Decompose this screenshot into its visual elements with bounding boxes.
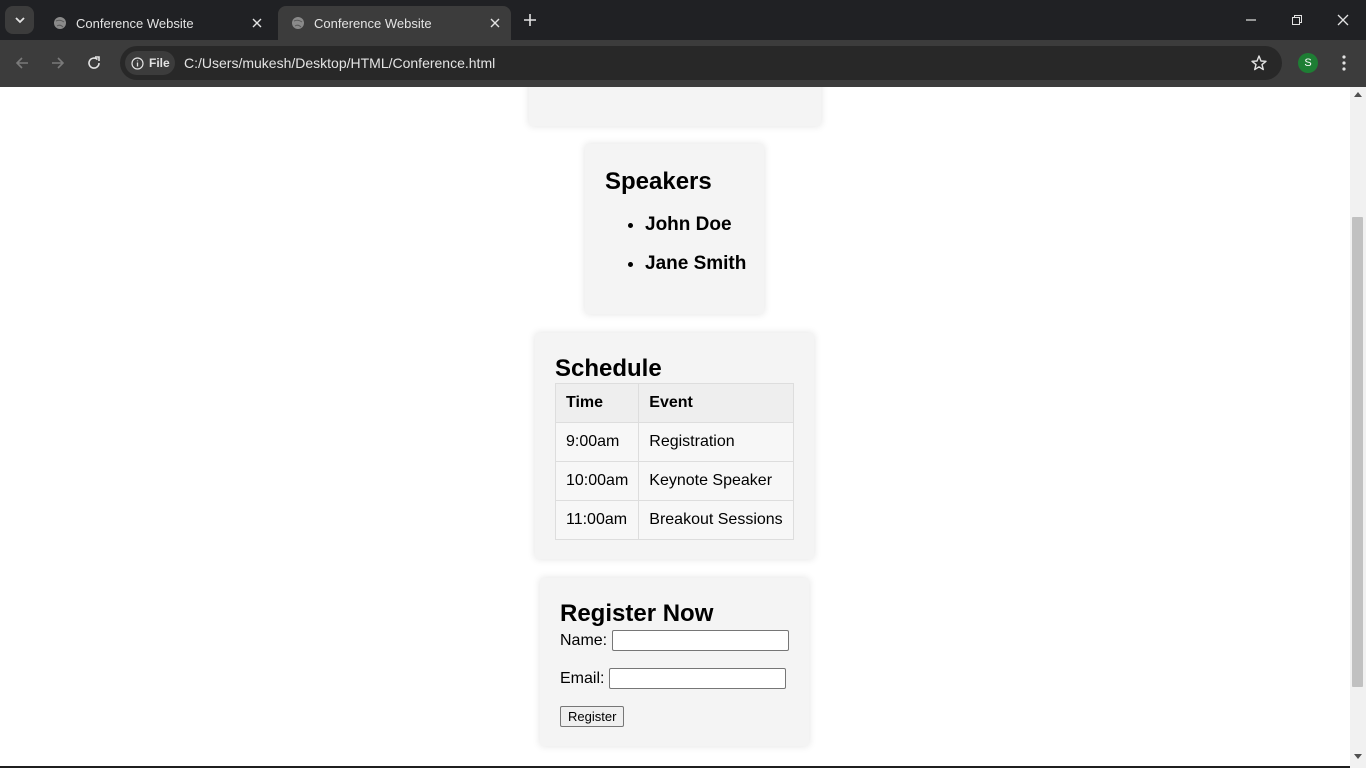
speaker-item: Jane Smith (645, 253, 764, 275)
table-row: 11:00am Breakout Sessions (554, 500, 795, 540)
page-viewport: Speakers John Doe Jane Smith Schedule Ti… (0, 87, 1350, 768)
scrollbar-thumb[interactable] (1352, 217, 1363, 687)
schedule-heading: Schedule (555, 355, 662, 382)
globe-icon (290, 15, 306, 31)
name-label: Name: (560, 631, 608, 649)
close-icon[interactable] (485, 13, 505, 33)
url-text[interactable]: C:/Users/mukesh/Desktop/HTML/Conference.… (184, 55, 495, 71)
new-tab-button[interactable] (518, 8, 542, 32)
reload-button[interactable] (79, 48, 109, 78)
browser-toolbar: File C:/Users/mukesh/Desktop/HTML/Confer… (0, 40, 1366, 87)
minimize-button[interactable] (1228, 0, 1274, 40)
site-info-chip[interactable]: File (125, 51, 175, 75)
speakers-section: Speakers John Doe Jane Smith (585, 144, 764, 314)
tab-strip: Conference Website Conference Website (0, 0, 1366, 40)
profile-avatar[interactable]: S (1298, 53, 1318, 73)
scroll-up-arrow-icon[interactable] (1350, 91, 1366, 101)
tab-2[interactable]: Conference Website (278, 6, 511, 40)
section-card-partial (529, 87, 821, 126)
speakers-heading: Speakers (605, 168, 712, 195)
restore-icon (1292, 15, 1302, 25)
event-cell: Breakout Sessions (638, 500, 795, 540)
info-icon (131, 56, 144, 70)
time-cell: 10:00am (554, 461, 640, 501)
time-cell: 11:00am (554, 500, 640, 540)
register-button[interactable]: Register (560, 706, 625, 727)
minimize-icon (1246, 19, 1256, 21)
restore-button[interactable] (1274, 0, 1320, 40)
table-row: 9:00am Registration (554, 422, 795, 462)
tab-1[interactable]: Conference Website (40, 6, 273, 40)
speaker-item: John Doe (645, 214, 764, 236)
forward-button[interactable] (43, 48, 73, 78)
name-field[interactable] (612, 630, 790, 651)
register-heading: Register Now (560, 600, 714, 627)
email-row: Email: (560, 668, 809, 689)
vertical-scrollbar[interactable] (1350, 87, 1366, 768)
event-cell: Registration (638, 422, 795, 462)
tab-title: Conference Website (76, 15, 194, 31)
table-header-row: Time Event (554, 383, 795, 423)
bookmark-star-icon[interactable] (1250, 54, 1268, 72)
arrow-right-icon (52, 57, 65, 69)
email-label: Email: (560, 669, 605, 687)
time-cell: 9:00am (554, 422, 640, 462)
close-icon (1337, 14, 1349, 26)
schedule-table: Time Event 9:00am Registration 10:00am K… (554, 383, 795, 540)
email-field[interactable] (609, 668, 787, 689)
register-section: Register Now Name: Email: Register (540, 578, 809, 746)
more-menu-icon[interactable] (1334, 53, 1354, 73)
table-row: 10:00am Keynote Speaker (554, 461, 795, 501)
site-info-label: File (149, 56, 170, 70)
name-row: Name: (560, 630, 809, 651)
back-button[interactable] (7, 48, 37, 78)
column-header-time: Time (554, 383, 640, 423)
tab-search-button[interactable] (5, 6, 34, 34)
address-bar[interactable]: File C:/Users/mukesh/Desktop/HTML/Confer… (120, 46, 1282, 80)
event-cell: Keynote Speaker (638, 461, 795, 501)
tab-title: Conference Website (314, 15, 432, 31)
reload-icon (88, 56, 100, 69)
column-header-event: Event (638, 383, 795, 423)
chevron-down-icon (14, 17, 25, 24)
scroll-down-arrow-icon[interactable] (1350, 754, 1366, 764)
arrow-left-icon (15, 57, 28, 69)
close-icon[interactable] (247, 13, 267, 33)
schedule-section: Schedule Time Event 9:00am Registration … (535, 333, 814, 559)
plus-icon (524, 14, 536, 26)
window-close-button[interactable] (1320, 0, 1366, 40)
speakers-list: John Doe Jane Smith (605, 214, 764, 275)
globe-icon (52, 15, 68, 31)
